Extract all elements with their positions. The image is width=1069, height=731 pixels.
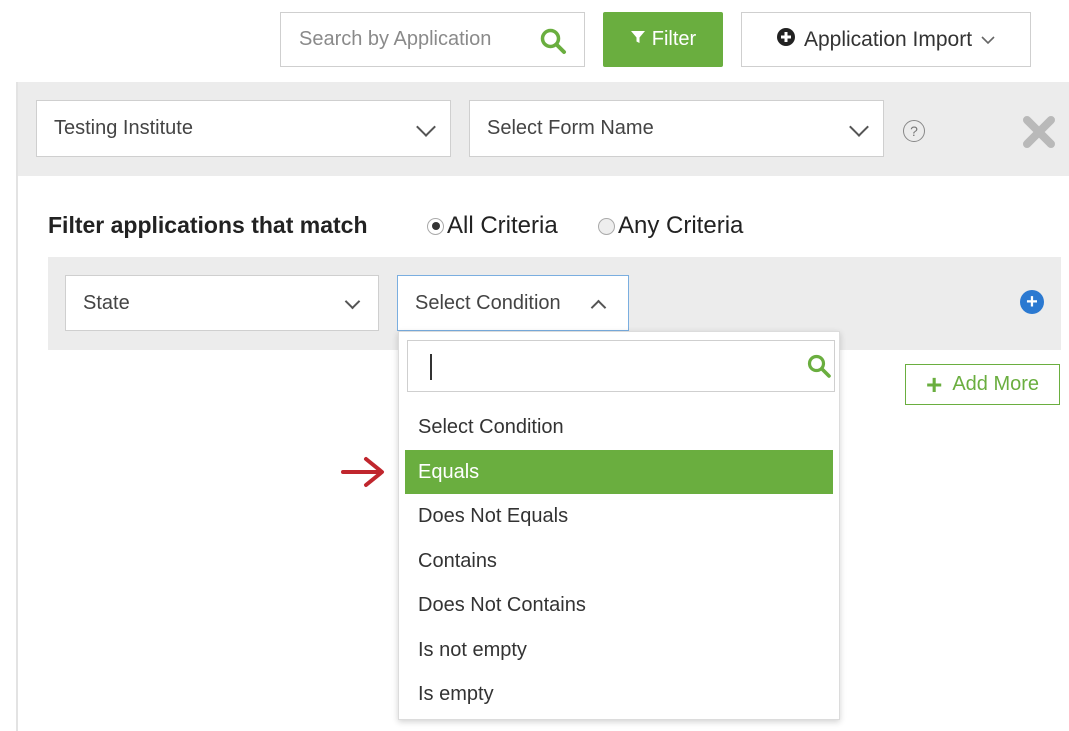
search-icon[interactable]: [806, 353, 832, 379]
chevron-down-icon: [849, 116, 869, 137]
option-does-not-contains[interactable]: Does Not Contains: [405, 583, 833, 628]
all-criteria-label: All Criteria: [447, 212, 558, 239]
any-criteria-label: Any Criteria: [618, 212, 744, 239]
close-icon[interactable]: [1020, 113, 1058, 151]
text-cursor: [430, 354, 432, 380]
dropdown-search-box: [407, 340, 835, 392]
match-criteria-title: Filter applications that match: [48, 212, 368, 238]
any-criteria-option[interactable]: Any Criteria: [598, 212, 743, 240]
chevron-down-icon: [344, 293, 361, 310]
funnel-icon: [630, 28, 646, 51]
plus-icon: +: [925, 368, 943, 400]
application-import-button[interactable]: Application Import: [741, 12, 1031, 67]
form-name-select-value: Select Form Name: [487, 117, 654, 139]
help-icon[interactable]: ?: [903, 120, 925, 142]
field-select-value: State: [83, 291, 130, 314]
condition-select-value: Select Condition: [415, 291, 561, 314]
condition-select[interactable]: Select Condition: [397, 275, 629, 331]
option-select-condition[interactable]: Select Condition: [405, 405, 833, 450]
search-input[interactable]: [281, 13, 531, 66]
filter-button-label: Filter: [651, 28, 697, 50]
add-more-button[interactable]: + Add More: [905, 364, 1060, 405]
search-icon[interactable]: [539, 27, 567, 55]
form-name-select[interactable]: Select Form Name: [469, 100, 884, 157]
red-arrow-icon: [340, 452, 390, 492]
radio-selected[interactable]: [427, 217, 444, 235]
field-select[interactable]: State: [65, 275, 379, 331]
add-more-label: Add More: [952, 373, 1040, 395]
option-contains[interactable]: Contains: [405, 539, 833, 584]
radio-unselected[interactable]: [598, 217, 615, 235]
condition-dropdown: Select Condition Equals Does Not Equals …: [398, 331, 840, 720]
institute-select-value: Testing Institute: [54, 117, 193, 139]
dropdown-search-input[interactable]: [408, 341, 810, 391]
application-search-box: [280, 12, 585, 67]
filter-button[interactable]: Filter: [603, 12, 723, 67]
chevron-down-icon: [980, 28, 996, 52]
option-is-empty[interactable]: Is empty: [405, 672, 833, 717]
option-equals[interactable]: Equals: [405, 449, 833, 494]
add-criteria-icon[interactable]: +: [1020, 290, 1044, 314]
condition-options-list: Select Condition Equals Does Not Equals …: [405, 405, 833, 717]
panel-divider: [16, 82, 18, 731]
option-is-not-empty[interactable]: Is not empty: [405, 628, 833, 673]
institute-select[interactable]: Testing Institute: [36, 100, 451, 157]
plus-circle-icon: [776, 27, 796, 53]
application-import-label: Application Import: [803, 27, 973, 51]
help-symbol: ?: [910, 123, 918, 139]
option-does-not-equals[interactable]: Does Not Equals: [405, 494, 833, 539]
chevron-down-icon: [416, 116, 436, 137]
chevron-up-icon: [590, 299, 607, 316]
all-criteria-option[interactable]: All Criteria: [427, 212, 558, 240]
